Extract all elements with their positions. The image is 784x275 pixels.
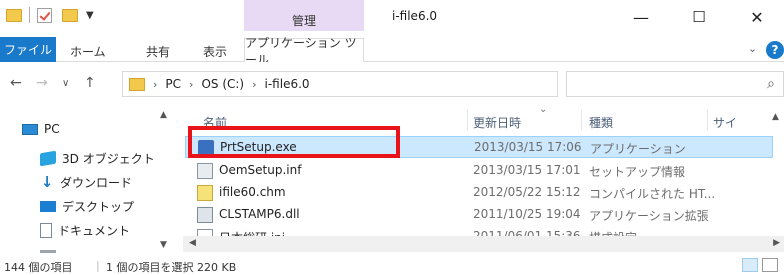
file-date: 2013/03/15 17:06 [474,140,582,154]
toolbar-divider [29,7,30,23]
file-type: アプリケーション拡張 [589,209,709,223]
sidebar-item-label: ドキュメント [58,224,131,238]
tab-home[interactable]: ホーム [70,43,106,60]
sidebar-item-pc[interactable]: PC [22,122,60,136]
item-count: 144 個の項目 [4,261,73,274]
download-arrow-icon: ↓ [40,173,54,191]
sidebar-item-label: 3D オブジェクト [62,152,155,166]
sort-indicator-icon: ⌄ [539,104,548,115]
back-arrow-icon[interactable]: ← [10,75,22,91]
new-folder-icon[interactable] [62,8,78,22]
table-row[interactable]: OemSetup.inf 2013/03/15 17:01 セットアップ情報 [185,160,773,182]
exe-icon [198,140,214,156]
tab-view[interactable]: 表示 [203,43,227,60]
search-icon: ⌕ [767,76,775,92]
inf-icon [197,163,213,179]
desktop-icon [40,201,56,212]
column-divider[interactable] [467,110,468,130]
file-type: セットアップ情報 [589,165,686,179]
scroll-left-icon[interactable]: ◀ [189,238,196,248]
recent-locations-chevron-icon[interactable]: ∨ [62,78,69,89]
status-bar: 144 個の項目 | 1 個の項目を選択 220 KB [0,256,784,275]
table-row[interactable]: ifile60.chm 2012/05/22 15:12 コンパイルされた HT… [185,182,773,204]
file-type: アプリケーション [590,142,686,156]
file-list: ⌄ 名前 更新日時 種類 サイ ▲ PrtSetup.exe 2013/03/1… [183,104,784,256]
file-date: 2012/05/22 15:12 [473,185,581,199]
partial-icon [40,250,56,253]
file-name: OemSetup.inf [219,163,302,177]
breadcrumb-folder[interactable]: i-file6.0 [265,77,310,91]
column-divider[interactable] [581,110,582,130]
horizontal-scrollbar[interactable]: ◀ ▶ [183,236,784,252]
file-date: 2011/10/25 19:04 [473,207,581,221]
large-icons-view-icon[interactable] [762,258,778,272]
scroll-right-icon[interactable]: ▶ [773,238,780,248]
minimize-button[interactable]: — [618,4,664,30]
properties-check-icon[interactable] [37,7,52,23]
selection-info: 1 個の項目を選択 220 KB [106,261,237,274]
3d-objects-icon [40,150,56,167]
file-name: CLSTAMP6.dll [219,207,300,221]
ribbon-tabs: ファイル ホーム 共有 表示 アプリケーション ツール ⌄ ? [0,31,784,67]
breadcrumb-separator: › [189,77,194,91]
pc-icon [22,123,38,135]
table-row[interactable]: CLSTAMP6.dll 2011/10/25 19:04 アプリケーション拡張 [185,204,773,226]
scroll-up-icon[interactable]: ▲ [772,112,779,122]
chm-icon [197,185,213,201]
sidebar-item-label: デスクトップ [62,200,135,214]
details-view-icon[interactable] [742,258,758,272]
tab-file[interactable]: ファイル [0,37,56,62]
customize-dropdown-icon[interactable]: ▼ [86,10,94,21]
column-header-date[interactable]: 更新日時 [473,114,521,131]
up-arrow-icon[interactable]: ↑ [84,75,96,91]
ribbon-expand-chevron-icon[interactable]: ⌄ [748,42,757,55]
column-header-type[interactable]: 種類 [589,114,613,131]
column-header-size[interactable]: サイ [713,114,737,131]
breadcrumb-separator: › [153,77,158,91]
folder-icon [129,77,145,91]
navigation-bar: ← → ∨ ↑ › PC › OS (C:) › i-file6.0 ∨ ↻ ⌕ [0,62,784,104]
status-divider: | [96,259,100,272]
search-input[interactable]: ⌕ [566,71,784,97]
column-divider[interactable] [707,110,708,130]
maximize-button[interactable]: ☐ [676,4,722,30]
quick-access-toolbar: ▼ [6,7,94,23]
sidebar-item-documents[interactable]: ドキュメント [40,222,130,239]
folder-icon[interactable] [6,8,22,22]
sidebar-item-downloads[interactable]: ↓ ダウンロード [40,174,132,191]
breadcrumb-drive[interactable]: OS (C:) [201,77,244,91]
file-name: PrtSetup.exe [220,140,297,154]
scroll-down-icon[interactable]: ▼ [160,240,167,250]
tab-application-tools[interactable]: アプリケーション ツール [244,36,364,67]
help-icon[interactable]: ? [766,41,784,59]
scroll-up-icon[interactable]: ▲ [160,110,167,120]
title-bar: ▼ 管理 i-file6.0 — ☐ ✕ [0,0,784,38]
forward-arrow-icon[interactable]: → [36,75,48,91]
tab-share[interactable]: 共有 [146,43,170,60]
sidebar-item-3d-objects[interactable]: 3D オブジェクト [40,150,155,167]
document-icon [40,223,52,238]
column-header-name[interactable]: 名前 [203,114,227,131]
manage-label: 管理 [291,14,316,28]
sidebar-item-label: ダウンロード [60,176,133,190]
file-type: コンパイルされた HT... [589,187,716,201]
dll-icon [197,207,213,223]
sidebar-item-partial [40,250,56,253]
file-date: 2013/03/15 17:01 [473,163,581,177]
sidebar-item-desktop[interactable]: デスクトップ [40,198,134,215]
window-title: i-file6.0 [392,9,438,23]
table-row[interactable]: PrtSetup.exe 2013/03/15 17:06 アプリケーション [185,136,773,158]
address-bar[interactable]: › PC › OS (C:) › i-file6.0 ∨ ↻ [122,71,661,97]
close-button[interactable]: ✕ [734,4,780,30]
sidebar-item-label: PC [44,122,60,136]
breadcrumb-separator: › [252,77,257,91]
file-name: ifile60.chm [219,185,286,199]
navigation-pane[interactable]: ▲ PC 3D オブジェクト ↓ ダウンロード デスクトップ ドキュメント ▼ [0,104,182,256]
breadcrumb-pc[interactable]: PC [165,77,181,91]
